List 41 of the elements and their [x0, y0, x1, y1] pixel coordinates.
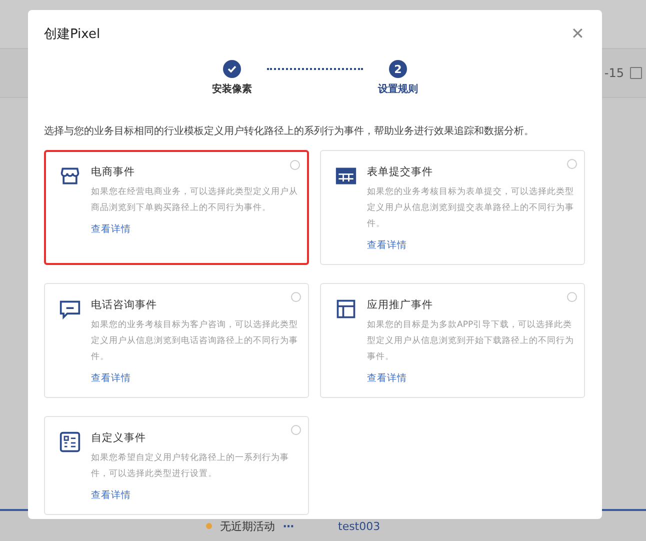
- table-icon: [335, 165, 357, 187]
- card-description: 如果您的目标是为多款APP引导下载，可以选择此类型定义用户从信息浏览到开始下载路径上的不同行为事件。: [367, 319, 574, 364]
- event-type-card[interactable]: 电商事件 如果您在经营电商业务，可以选择此类型定义用户从商品浏览到下单购买路径上的不同行为事件。 查看详情: [44, 150, 309, 265]
- description-text: 选择与您的业务目标相同的行业模板定义用户转化路径上的系列行为事件，帮助业务进行效果追踪和数据分析。: [44, 124, 535, 138]
- details-link[interactable]: 查看详情: [367, 239, 407, 252]
- details-link[interactable]: 查看详情: [91, 372, 131, 385]
- name-link[interactable]: test003: [338, 520, 380, 532]
- message-icon: [59, 298, 81, 320]
- radio-button[interactable]: [290, 160, 300, 170]
- details-link[interactable]: 查看详情: [367, 372, 407, 385]
- step-number: 2: [389, 60, 407, 78]
- card-title: 电话咨询事件: [91, 298, 158, 312]
- card-title: 表单提交事件: [367, 165, 434, 179]
- card-description: 如果您希望自定义用户转化路径上的一系列行为事件，可以选择此类型进行设置。: [91, 452, 290, 481]
- radio-button[interactable]: [567, 292, 577, 302]
- details-link[interactable]: 查看详情: [91, 489, 131, 502]
- step-label: 安装像素: [212, 82, 252, 96]
- card-title: 自定义事件: [91, 431, 147, 445]
- radio-button[interactable]: [291, 292, 301, 302]
- radio-button[interactable]: [567, 159, 577, 169]
- card-description: 如果您的业务考核目标为表单提交，可以选择此类型定义用户从信息浏览到提交表单路径上的不同行为事件。: [367, 186, 574, 231]
- step-label: 设置规则: [378, 82, 418, 96]
- calendar-icon: [630, 67, 642, 79]
- dialog-title: 创建Pixel: [44, 26, 100, 43]
- card-description: 如果您在经营电商业务，可以选择此类型定义用户从商品浏览到下单购买路径上的不同行为事件。: [91, 186, 298, 215]
- storefront-icon: [59, 165, 81, 187]
- event-type-card[interactable]: 自定义事件 如果您希望自定义用户转化路径上的一系列行为事件，可以选择此类型进行设置。 查看详情: [44, 416, 309, 515]
- radio-button[interactable]: [291, 425, 301, 435]
- list-icon: [59, 431, 81, 453]
- card-title: 应用推广事件: [367, 298, 434, 312]
- card-title: 电商事件: [91, 165, 136, 179]
- more-icon[interactable]: ⋯: [283, 520, 294, 532]
- event-type-card[interactable]: 应用推广事件 如果您的目标是为多款APP引导下载，可以选择此类型定义用户从信息浏览到开始下载路径上的不同行为事件。 查看详情: [320, 283, 585, 398]
- card-description: 如果您的业务考核目标为客户咨询，可以选择此类型定义用户从信息浏览到电话咨询路径上的不同行为事件。: [91, 318, 298, 364]
- event-type-card[interactable]: 电话咨询事件 如果您的业务考核目标为客户咨询，可以选择此类型定义用户从信息浏览到电话咨询路径上的不同行为事件。 查看详情: [44, 283, 309, 398]
- status-text: 无近期活动: [220, 518, 275, 534]
- date-text: -15: [604, 66, 624, 80]
- close-button[interactable]: ✕: [569, 24, 586, 44]
- event-type-card[interactable]: 表单提交事件 如果您的业务考核目标为表单提交，可以选择此类型定义用户从信息浏览到提交表单路径上的不同行为事件。 查看详情: [320, 150, 585, 265]
- details-link[interactable]: 查看详情: [91, 223, 131, 236]
- layout-icon: [335, 298, 357, 320]
